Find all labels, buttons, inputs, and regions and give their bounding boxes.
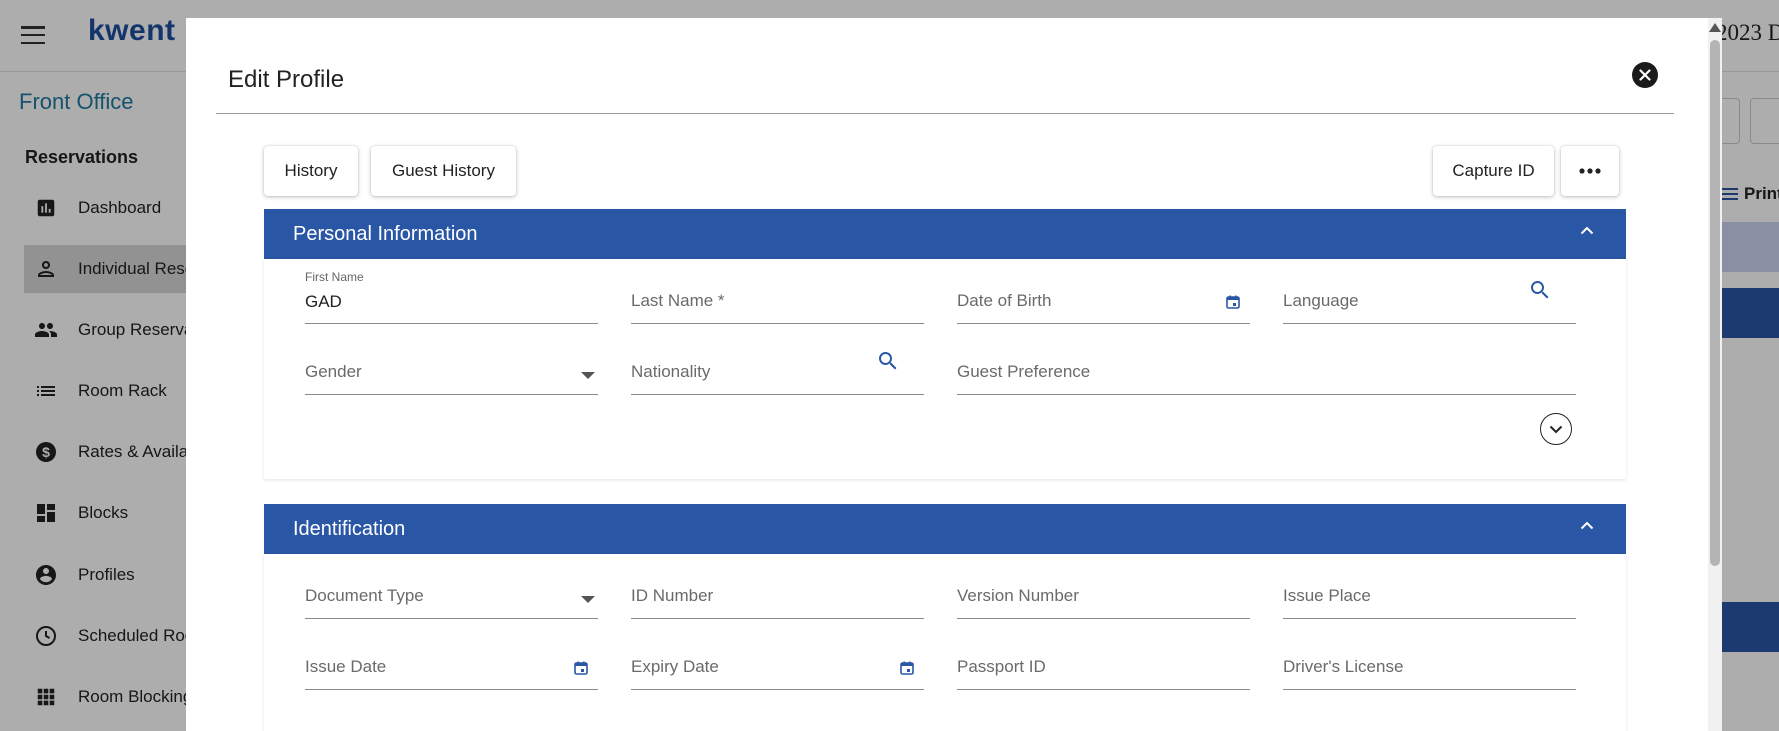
document-type-select[interactable]: Document Type xyxy=(305,563,598,619)
search-icon[interactable] xyxy=(1528,278,1552,302)
history-button[interactable]: History xyxy=(264,146,358,196)
modal-divider xyxy=(216,113,1674,114)
nationality-placeholder: Nationality xyxy=(631,362,711,381)
version-number-field[interactable]: Version Number xyxy=(957,563,1250,619)
guest-history-button[interactable]: Guest History xyxy=(371,146,516,196)
close-button[interactable] xyxy=(1632,62,1658,88)
more-horizontal-icon xyxy=(1579,168,1601,174)
dropdown-arrow-icon xyxy=(581,596,595,603)
issue-date-placeholder: Issue Date xyxy=(305,657,387,676)
capture-id-button[interactable]: Capture ID xyxy=(1433,146,1554,196)
calendar-icon[interactable] xyxy=(574,661,588,675)
panel-title: Personal Information xyxy=(293,222,478,245)
drivers-license-placeholder: Driver's License xyxy=(1283,657,1404,676)
scroll-up-arrow-icon[interactable] xyxy=(1709,23,1721,32)
version-number-placeholder: Version Number xyxy=(957,586,1079,605)
expiry-date-placeholder: Expiry Date xyxy=(631,657,719,676)
chevron-down-icon xyxy=(1549,425,1563,433)
last-name-field[interactable]: Last Name * xyxy=(631,268,924,324)
modal-scrollbar-thumb[interactable] xyxy=(1710,40,1720,566)
issue-place-field[interactable]: Issue Place xyxy=(1283,563,1576,619)
dropdown-arrow-icon xyxy=(581,372,595,379)
first-name-label: First Name xyxy=(305,270,364,284)
edit-profile-modal: Edit Profile History Guest History Captu… xyxy=(186,18,1722,731)
nationality-field[interactable]: Nationality xyxy=(631,339,924,395)
chevron-up-icon[interactable] xyxy=(1580,521,1594,530)
calendar-icon[interactable] xyxy=(900,661,914,675)
modal-title: Edit Profile xyxy=(228,66,345,93)
id-number-field[interactable]: ID Number xyxy=(631,563,924,619)
more-options-button[interactable] xyxy=(1561,146,1619,196)
guest-preference-placeholder: Guest Preference xyxy=(957,362,1091,381)
gender-select[interactable]: Gender xyxy=(305,339,598,395)
first-name-value: GAD xyxy=(305,292,342,311)
language-placeholder: Language xyxy=(1283,291,1359,310)
chevron-up-icon[interactable] xyxy=(1580,226,1594,235)
date-of-birth-placeholder: Date of Birth xyxy=(957,291,1052,310)
expiry-date-field[interactable]: Expiry Date xyxy=(631,634,924,690)
calendar-icon[interactable] xyxy=(1226,295,1240,309)
identification-header[interactable]: Identification xyxy=(264,504,1626,554)
personal-information-header[interactable]: Personal Information xyxy=(264,209,1626,259)
issue-place-placeholder: Issue Place xyxy=(1283,586,1371,605)
issue-date-field[interactable]: Issue Date xyxy=(305,634,598,690)
guest-preference-field[interactable]: Guest Preference xyxy=(957,339,1576,395)
gender-placeholder: Gender xyxy=(305,362,362,381)
last-name-placeholder: Last Name * xyxy=(631,291,725,310)
expand-more-button[interactable] xyxy=(1540,413,1572,445)
date-of-birth-field[interactable]: Date of Birth xyxy=(957,268,1250,324)
document-type-placeholder: Document Type xyxy=(305,586,424,605)
panel-title: Identification xyxy=(293,517,406,540)
id-number-placeholder: ID Number xyxy=(631,586,714,605)
language-field[interactable]: Language xyxy=(1283,268,1576,324)
passport-id-placeholder: Passport ID xyxy=(957,657,1046,676)
first-name-field[interactable]: First Name GAD xyxy=(305,268,598,324)
close-icon xyxy=(1639,69,1651,81)
drivers-license-field[interactable]: Driver's License xyxy=(1283,634,1576,690)
search-icon[interactable] xyxy=(876,349,900,373)
passport-id-field[interactable]: Passport ID xyxy=(957,634,1250,690)
